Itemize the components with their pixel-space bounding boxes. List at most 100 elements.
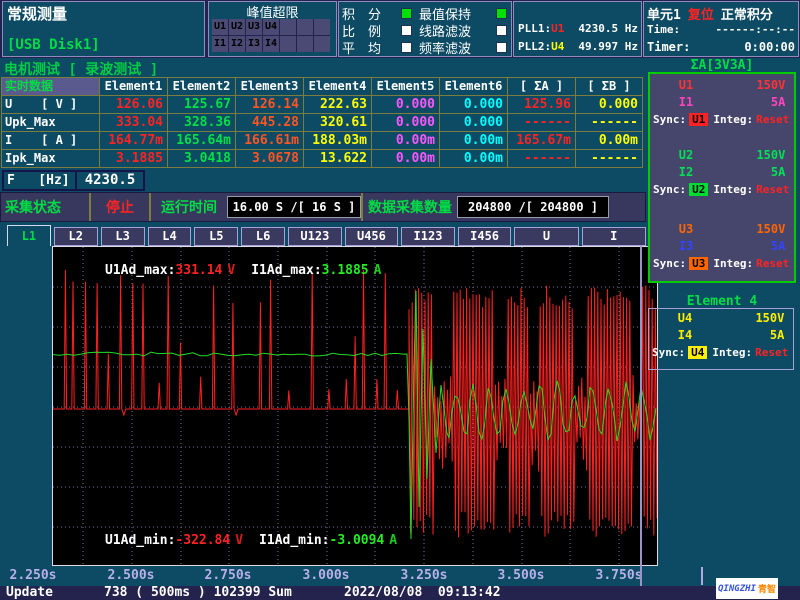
i3-range: 5A bbox=[722, 238, 785, 255]
table-cell: 166.61m bbox=[236, 132, 303, 149]
max-hold-toggle-square[interactable] bbox=[496, 8, 507, 19]
tab-u123[interactable]: U123 bbox=[288, 227, 342, 246]
freq-label-box: F [Hz] bbox=[2, 170, 77, 191]
bottom-status-bar: Update 738 ( 500ms ) 102399 Sum 2022/08/… bbox=[0, 586, 800, 600]
table-cell: 0.000 bbox=[440, 114, 507, 131]
u1-min-unit: V bbox=[235, 533, 243, 548]
waveform-chart: U1Ad_max:331.14VI1Ad_max:3.1885A U1Ad_mi… bbox=[52, 246, 658, 566]
table-cell: 0.00m bbox=[440, 132, 507, 149]
peak-cell-i2: I2 bbox=[229, 36, 245, 52]
line-filter-toggle-square[interactable] bbox=[496, 25, 507, 36]
peak-limit-panel: 峰值超限 U1 U2 U3 U4 I1 I2 I3 I4 bbox=[208, 1, 337, 57]
mode-panel: 常规测量 [USB Disk1] bbox=[2, 1, 205, 57]
table-cell: ------ bbox=[508, 150, 575, 167]
average-toggle-square[interactable] bbox=[401, 42, 412, 53]
sync-badge-u4[interactable]: U4 bbox=[688, 346, 707, 359]
tab-l4[interactable]: L4 bbox=[148, 227, 192, 246]
table-cell: 126.14 bbox=[236, 96, 303, 113]
table-cell: 3.0678 bbox=[236, 150, 303, 167]
u1-channel: U1 bbox=[650, 77, 722, 94]
integ-reset-3[interactable]: Reset bbox=[756, 257, 789, 270]
u1-min-value: -322.84 bbox=[175, 533, 230, 548]
sidebar-divider bbox=[640, 246, 642, 586]
acq-status-label: 采集状态 bbox=[1, 197, 89, 217]
element4-title: Element 4 bbox=[646, 294, 798, 309]
element2-config-group: U2150V I25A Sync: U2 Integ: Reset bbox=[650, 147, 794, 198]
sum-a-wiring-title: ΣA[3V3A] bbox=[646, 58, 798, 73]
timer-label: Timer: bbox=[647, 40, 690, 54]
sync-label: Sync: bbox=[653, 113, 686, 126]
x-tick: 2.750s bbox=[205, 568, 252, 583]
peak-cell-empty bbox=[314, 36, 330, 52]
sync-badge-u2[interactable]: U2 bbox=[689, 183, 708, 196]
power-analyzer-screen: 常规测量 [USB Disk1] 峰值超限 U1 U2 U3 U4 I1 I2 … bbox=[0, 0, 800, 600]
toggle-integral: 积 分 bbox=[342, 5, 414, 22]
toggle-average: 平 均 bbox=[342, 39, 414, 56]
peak-limit-grid: U1 U2 U3 U4 I1 I2 I3 I4 bbox=[212, 19, 330, 52]
sample-count-value: 204800 /[ 204800 ] bbox=[457, 196, 609, 218]
tab-u[interactable]: U bbox=[514, 227, 578, 246]
tab-i123[interactable]: I123 bbox=[401, 227, 455, 246]
integ-reset-2[interactable]: Reset bbox=[756, 183, 789, 196]
acq-state-value: 停止 bbox=[91, 197, 149, 217]
pll-panel: PLL1:U1 4230.5 Hz PLL2:U4 49.997 Hz bbox=[513, 1, 642, 57]
u3-range: 150V bbox=[722, 221, 785, 238]
table-header-realtime: 实时数据 bbox=[2, 78, 99, 95]
peak-cell-i4: I4 bbox=[263, 36, 279, 52]
i4-channel: I4 bbox=[649, 327, 721, 344]
waveform-tab-bar: L1 L2 L3 L4 L5 L6 U123 U456 I123 I456 U … bbox=[0, 224, 646, 246]
tab-i[interactable]: I bbox=[582, 227, 646, 246]
tab-l3[interactable]: L3 bbox=[101, 227, 145, 246]
x-tick: 3.000s bbox=[303, 568, 350, 583]
integ-label: Integ: bbox=[713, 183, 753, 196]
scale-toggle-square[interactable] bbox=[401, 25, 412, 36]
table-cell: ------ bbox=[576, 150, 642, 167]
tab-u456[interactable]: U456 bbox=[345, 227, 399, 246]
integ-reset-4[interactable]: Reset bbox=[755, 346, 788, 359]
tab-l2[interactable]: L2 bbox=[54, 227, 98, 246]
test-mode-subtitle: 电机测试 [ 录波测试 ] bbox=[4, 59, 158, 79]
table-cell: 3.1885 bbox=[100, 150, 167, 167]
peak-cell-u3: U3 bbox=[246, 19, 262, 35]
usb-disk-label: [USB Disk1] bbox=[7, 37, 100, 53]
integration-mode-label: 正常积分 bbox=[721, 4, 773, 23]
tab-i456[interactable]: I456 bbox=[458, 227, 512, 246]
freq-filter-toggle-square[interactable] bbox=[496, 42, 507, 53]
sync-badge-u1[interactable]: U1 bbox=[689, 113, 708, 126]
table-cell: 0.000 bbox=[440, 96, 507, 113]
sample-count-label: 数据采集数量 bbox=[363, 197, 457, 217]
i1-max-value: 3.1885 bbox=[322, 263, 369, 278]
peak-cell-empty bbox=[297, 19, 313, 35]
x-tick: 3.500s bbox=[498, 568, 545, 583]
table-cell: 0.000 bbox=[372, 114, 439, 131]
sync-badge-u3[interactable]: U3 bbox=[689, 257, 708, 270]
table-header-element3: Element3 bbox=[236, 78, 303, 95]
pll2-label: PLL2: bbox=[518, 40, 551, 53]
u2-range: 150V bbox=[722, 147, 785, 164]
integ-reset-1[interactable]: Reset bbox=[756, 113, 789, 126]
i1-min-value: -3.0094 bbox=[330, 533, 385, 548]
unit-reset-label[interactable]: 复位 bbox=[688, 4, 714, 23]
table-cell: 0.00m bbox=[576, 132, 642, 149]
tab-l5[interactable]: L5 bbox=[194, 227, 238, 246]
pll1-source: U1 bbox=[551, 22, 564, 35]
element4-panel: U4150V I45A Sync: U4 Integ: Reset bbox=[648, 308, 794, 370]
tab-l6[interactable]: L6 bbox=[241, 227, 285, 246]
element1-config-group: U1150V I15A Sync: U1 Integ: Reset bbox=[650, 77, 794, 128]
table-cell: 126.06 bbox=[100, 96, 167, 113]
pll1-label: PLL1: bbox=[518, 22, 551, 35]
table-cell: 0.000 bbox=[372, 96, 439, 113]
integ-label: Integ: bbox=[712, 346, 752, 359]
sync-label: Sync: bbox=[653, 183, 686, 196]
u2-channel: U2 bbox=[650, 147, 722, 164]
table-cell: 320.61 bbox=[304, 114, 371, 131]
peak-cell-u4: U4 bbox=[263, 19, 279, 35]
table-cell: 0.00m bbox=[440, 150, 507, 167]
tab-l1[interactable]: L1 bbox=[7, 225, 51, 246]
u4-range: 150V bbox=[721, 310, 784, 327]
toggle-panel: 积 分 比 例 平 均 最值保持 线路滤波 bbox=[338, 1, 512, 57]
chart-max-annotations: U1Ad_max:331.14VI1Ad_max:3.1885A bbox=[58, 248, 381, 293]
table-cell: ------ bbox=[576, 114, 642, 131]
integral-toggle-square[interactable] bbox=[401, 8, 412, 19]
pll1-value: 4230.5 Hz bbox=[578, 22, 638, 35]
